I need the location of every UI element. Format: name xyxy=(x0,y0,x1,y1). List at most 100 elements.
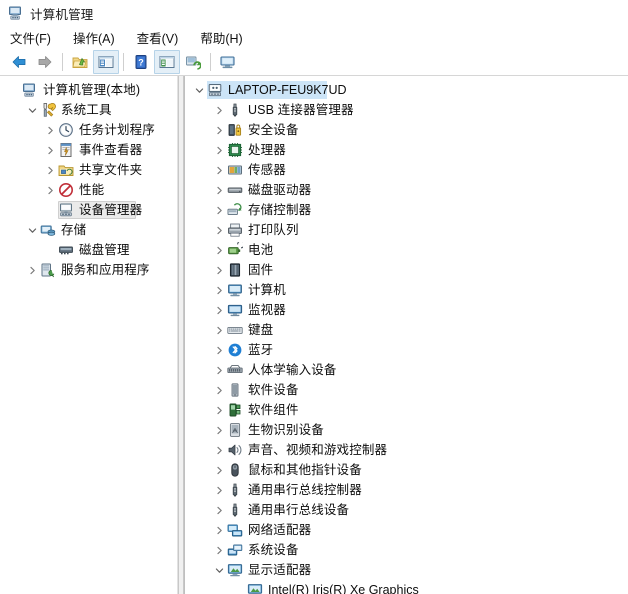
chevron-down-icon[interactable] xyxy=(24,100,40,120)
device-tree-row[interactable]: 鼠标和其他指针设备 xyxy=(185,460,628,480)
back-button[interactable] xyxy=(6,50,32,74)
device-tree-row[interactable]: 计算机 xyxy=(185,280,628,300)
device-tree-label: 显示适配器 xyxy=(248,563,312,577)
folder-up-button[interactable] xyxy=(67,50,93,74)
device-tree-row[interactable]: 电池 xyxy=(185,240,628,260)
console-tree-row[interactable]: 计算机管理(本地) xyxy=(0,80,177,100)
device-tree-row[interactable]: 磁盘驱动器 xyxy=(185,180,628,200)
console-tree-row[interactable]: 存储 xyxy=(0,220,177,240)
properties-button[interactable] xyxy=(154,49,180,74)
chevron-down-icon[interactable] xyxy=(211,560,227,580)
device-tree-row[interactable]: 蓝牙 xyxy=(185,340,628,360)
device-tree-label: 电池 xyxy=(248,243,274,257)
console-tree-label: 性能 xyxy=(79,183,105,197)
chevron-right-icon[interactable] xyxy=(211,460,227,480)
chevron-right-icon[interactable] xyxy=(211,120,227,140)
chevron-right-icon[interactable] xyxy=(211,520,227,540)
bluetooth-icon xyxy=(227,342,243,358)
chevron-right-icon[interactable] xyxy=(211,360,227,380)
device-tree-row[interactable]: 人体学输入设备 xyxy=(185,360,628,380)
system-tools-icon xyxy=(40,102,56,118)
chevron-right-icon[interactable] xyxy=(42,120,58,140)
device-tree-row[interactable]: 声音、视频和游戏控制器 xyxy=(185,440,628,460)
console-tree-row[interactable]: 任务计划程序 xyxy=(0,120,177,140)
biometric-device-icon xyxy=(227,422,243,438)
chevron-right-icon[interactable] xyxy=(211,480,227,500)
chevron-right-icon[interactable] xyxy=(211,200,227,220)
device-tree-row[interactable]: 键盘 xyxy=(185,320,628,340)
chevron-right-icon[interactable] xyxy=(42,180,58,200)
console-tree-row[interactable]: 事件查看器 xyxy=(0,140,177,160)
chevron-right-icon[interactable] xyxy=(211,180,227,200)
menu-file[interactable]: 文件(F) xyxy=(10,28,51,47)
chevron-right-icon[interactable] xyxy=(24,260,40,280)
chevron-right-icon[interactable] xyxy=(211,160,227,180)
chevron-right-icon[interactable] xyxy=(211,320,227,340)
device-tree-label: LAPTOP-FEU9K7UD xyxy=(228,83,347,97)
console-tree-row[interactable]: 性能 xyxy=(0,180,177,200)
device-tree-label: 传感器 xyxy=(248,163,286,177)
device-tree-row[interactable]: 生物识别设备 xyxy=(185,420,628,440)
chevron-right-icon[interactable] xyxy=(211,140,227,160)
console-tree-row[interactable]: 设备管理器 xyxy=(0,200,177,220)
console-tree-pane[interactable]: 计算机管理(本地) 系统工具 任务计划程序事件查看器共享文件夹性能设备管理器 存储 磁盘… xyxy=(0,76,178,594)
console-tree-label: 事件查看器 xyxy=(79,143,143,157)
chevron-right-icon[interactable] xyxy=(211,300,227,320)
device-tree-row[interactable]: 打印队列 xyxy=(185,220,628,240)
console-tree-row[interactable]: 共享文件夹 xyxy=(0,160,177,180)
menu-help[interactable]: 帮助(H) xyxy=(200,28,242,47)
device-tree-row[interactable]: 安全设备 xyxy=(185,120,628,140)
device-tree-row[interactable]: 软件组件 xyxy=(185,400,628,420)
console-tree-row[interactable]: 系统工具 xyxy=(0,100,177,120)
chevron-right-icon[interactable] xyxy=(211,240,227,260)
chevron-right-icon[interactable] xyxy=(211,400,227,420)
device-manager-pane[interactable]: LAPTOP-FEU9K7UD USB 连接器管理器 安全设备 处理器传感器磁盘驱动器… xyxy=(184,76,628,594)
chevron-right-icon[interactable] xyxy=(211,340,227,360)
chevron-right-icon[interactable] xyxy=(211,420,227,440)
device-tree-row[interactable]: 系统设备 xyxy=(185,540,628,560)
usb-device-icon xyxy=(227,502,243,518)
menu-action[interactable]: 操作(A) xyxy=(73,28,115,47)
console-tree-row[interactable]: 服务和应用程序 xyxy=(0,260,177,280)
computer-icon xyxy=(227,282,243,298)
console-tree-button[interactable] xyxy=(93,49,119,74)
svg-text:?: ? xyxy=(138,57,144,67)
chevron-right-icon[interactable] xyxy=(211,280,227,300)
chevron-right-icon[interactable] xyxy=(211,540,227,560)
console-tree-row[interactable]: 磁盘管理 xyxy=(0,240,177,260)
scan-hardware-button[interactable] xyxy=(215,50,241,74)
device-tree-row[interactable]: 通用串行总线控制器 xyxy=(185,480,628,500)
device-tree-row[interactable]: LAPTOP-FEU9K7UD xyxy=(185,80,628,100)
device-tree-row[interactable]: 显示适配器 xyxy=(185,560,628,580)
chevron-right-icon[interactable] xyxy=(211,260,227,280)
device-tree-row[interactable]: 存储控制器 xyxy=(185,200,628,220)
chevron-right-icon[interactable] xyxy=(211,380,227,400)
device-tree-row[interactable]: 软件设备 xyxy=(185,380,628,400)
menu-view[interactable]: 查看(V) xyxy=(137,28,179,47)
chevron-right-icon[interactable] xyxy=(42,160,58,180)
console-tree-label: 计算机管理(本地) xyxy=(43,83,141,97)
device-tree-row[interactable]: 网络适配器 xyxy=(185,520,628,540)
display-adapter-icon xyxy=(247,582,263,594)
device-tree-row[interactable]: Intel(R) Iris(R) Xe Graphics xyxy=(185,580,628,594)
security-device-icon xyxy=(227,122,243,138)
refresh-button[interactable] xyxy=(180,50,206,74)
firmware-icon xyxy=(227,262,243,278)
device-tree-row[interactable]: 固件 xyxy=(185,260,628,280)
chevron-down-icon[interactable] xyxy=(24,220,40,240)
device-tree-label: 通用串行总线设备 xyxy=(248,503,350,517)
chevron-down-icon[interactable] xyxy=(191,80,207,100)
help-button[interactable]: ? xyxy=(128,50,154,74)
device-tree-row[interactable]: USB 连接器管理器 xyxy=(185,100,628,120)
chevron-right-icon[interactable] xyxy=(211,500,227,520)
device-tree-row[interactable]: 传感器 xyxy=(185,160,628,180)
device-tree-row[interactable]: 处理器 xyxy=(185,140,628,160)
chevron-right-icon[interactable] xyxy=(211,100,227,120)
chevron-right-icon[interactable] xyxy=(211,220,227,240)
title-bar: 计算机管理 xyxy=(0,0,628,26)
forward-button[interactable] xyxy=(32,50,58,74)
chevron-right-icon[interactable] xyxy=(211,440,227,460)
device-tree-row[interactable]: 通用串行总线设备 xyxy=(185,500,628,520)
chevron-right-icon[interactable] xyxy=(42,140,58,160)
device-tree-row[interactable]: 监视器 xyxy=(185,300,628,320)
